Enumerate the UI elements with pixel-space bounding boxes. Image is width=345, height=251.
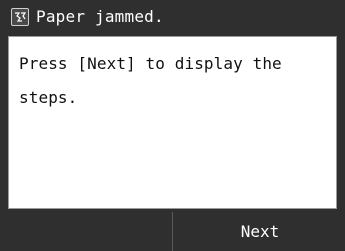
paper-jam-icon xyxy=(11,8,29,26)
title-bar: Paper jammed. xyxy=(0,0,345,34)
message-panel: Press [Next] to display the steps. xyxy=(8,36,337,209)
page-title: Paper jammed. xyxy=(36,7,164,26)
next-button[interactable]: Next xyxy=(173,212,345,251)
footer-bar: Next xyxy=(0,212,345,251)
instruction-text: Press [Next] to display the steps. xyxy=(19,54,282,107)
empty-footer-slot xyxy=(0,212,173,251)
device-screen: Paper jammed. Press [Next] to display th… xyxy=(0,0,345,251)
